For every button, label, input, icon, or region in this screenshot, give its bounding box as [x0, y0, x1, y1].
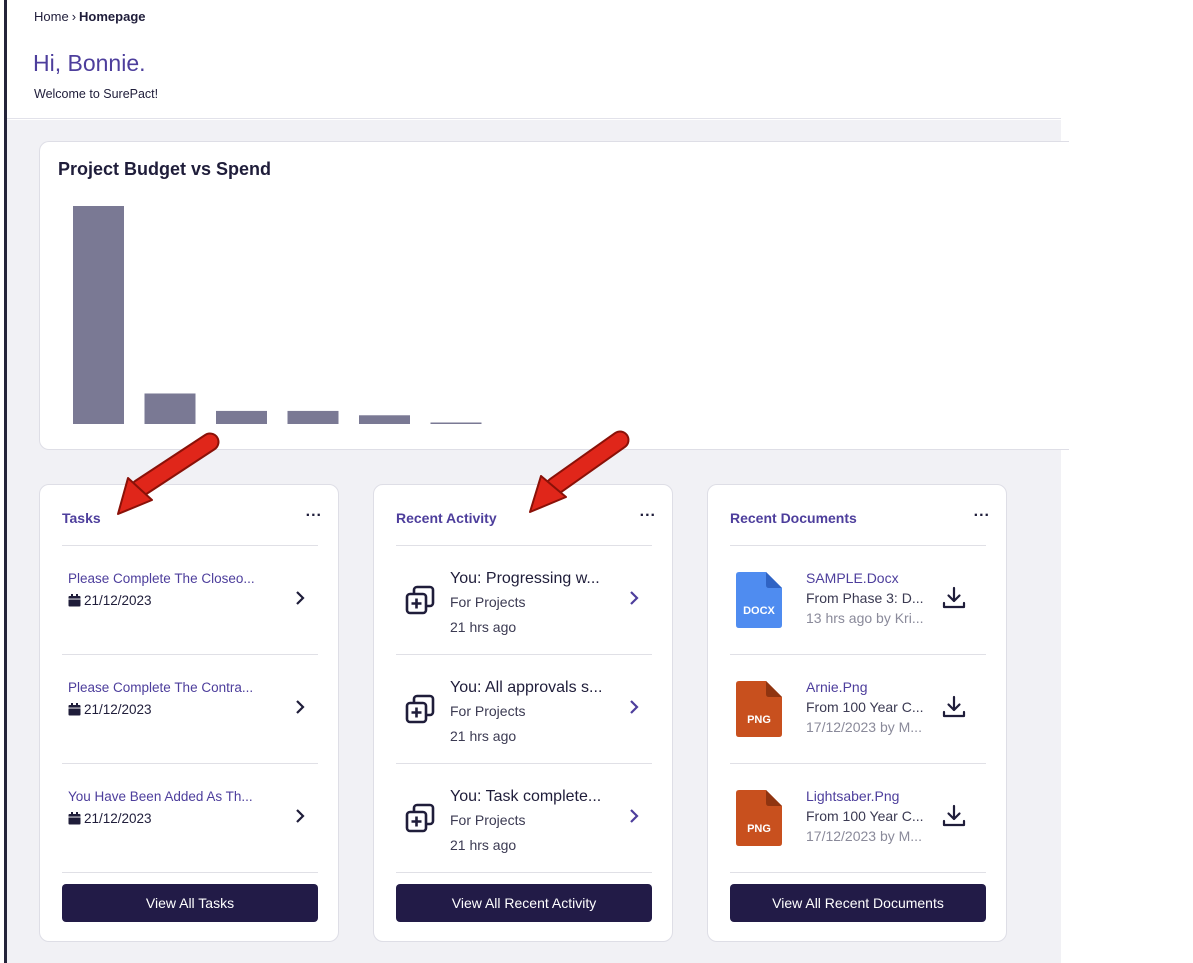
welcome-message: Welcome to SurePact!: [34, 87, 159, 101]
divider: [396, 872, 652, 873]
document-source: From Phase 3: D...: [806, 590, 924, 606]
document-source: From 100 Year C...: [806, 699, 924, 715]
png-file-icon: PNG: [736, 790, 782, 846]
task-due-date: 21/12/2023: [68, 593, 152, 608]
task-title: Please Complete The Closeo...: [68, 571, 255, 586]
recent-documents-card: Recent Documents ... DOCX SAMPLE.Docx Fr…: [707, 484, 1007, 942]
png-file-icon: PNG: [736, 681, 782, 737]
tasks-more-menu[interactable]: ...: [306, 503, 322, 521]
activity-more-menu[interactable]: ...: [640, 503, 656, 521]
activity-item[interactable]: You: All approvals s... For Projects 21 …: [396, 655, 652, 763]
dashboard-main: Project Budget vs Spend Tasks ... Please…: [7, 120, 1069, 963]
docx-file-icon: DOCX: [736, 572, 782, 628]
chart-bar[interactable]: [144, 393, 196, 424]
chevron-right-icon: [630, 809, 639, 823]
view-all-activity-button[interactable]: View All Recent Activity: [396, 884, 652, 922]
chevron-right-icon: [630, 591, 639, 605]
budget-chart-card: Project Budget vs Spend: [39, 141, 1069, 450]
task-date-text: 21/12/2023: [84, 811, 152, 826]
documents-card-title: Recent Documents: [730, 510, 857, 526]
chart-bar[interactable]: [73, 206, 124, 424]
divider: [62, 872, 318, 873]
file-type-label: PNG: [747, 823, 771, 835]
activity-item[interactable]: You: Task complete... For Projects 21 hr…: [396, 764, 652, 872]
activity-title: You: Progressing w...: [450, 570, 600, 587]
view-all-tasks-button[interactable]: View All Tasks: [62, 884, 318, 922]
document-source: From 100 Year C...: [806, 808, 924, 824]
document-time: 17/12/2023 by M...: [806, 719, 922, 735]
activity-item[interactable]: You: Progressing w... For Projects 21 hr…: [396, 546, 652, 654]
task-title: Please Complete The Contra...: [68, 680, 254, 695]
activity-time: 21 hrs ago: [450, 837, 517, 853]
file-type-label: PNG: [747, 714, 771, 726]
document-name: Lightsaber.Png: [806, 788, 900, 804]
document-time: 13 hrs ago by Kri...: [806, 610, 924, 626]
chart-bar[interactable]: [216, 410, 267, 424]
activity-time: 21 hrs ago: [450, 619, 517, 635]
document-name: Arnie.Png: [806, 679, 868, 695]
document-item[interactable]: PNG Arnie.Png From 100 Year C... 17/12/2…: [730, 655, 986, 763]
task-item[interactable]: You Have Been Added As Th... 21/12/2023: [62, 764, 318, 872]
breadcrumb: Home › Homepage: [34, 9, 146, 24]
activity-time: 21 hrs ago: [450, 728, 517, 744]
calendar-icon: [68, 703, 81, 716]
chevron-right-icon: [296, 809, 305, 823]
document-name: SAMPLE.Docx: [806, 570, 899, 586]
file-type-label: DOCX: [743, 605, 775, 617]
breadcrumb-separator: ›: [71, 9, 77, 24]
budget-bar-chart: [73, 206, 482, 425]
activity-context: For Projects: [450, 703, 526, 719]
documents-more-menu[interactable]: ...: [974, 503, 990, 521]
add-copy-icon: [405, 585, 435, 615]
add-copy-icon: [405, 803, 435, 833]
document-item[interactable]: PNG Lightsaber.Png From 100 Year C... 17…: [730, 764, 986, 872]
recent-activity-card: Recent Activity ... You: Progressing w..…: [373, 484, 673, 942]
download-icon[interactable]: [942, 804, 966, 828]
chart-bar[interactable]: [359, 415, 410, 424]
calendar-icon: [68, 594, 81, 607]
task-due-date: 21/12/2023: [68, 811, 152, 826]
activity-title: You: All approvals s...: [450, 679, 603, 696]
chevron-right-icon: [296, 591, 305, 605]
breadcrumb-current: Homepage: [79, 9, 146, 24]
task-title: You Have Been Added As Th...: [68, 789, 253, 804]
task-due-date: 21/12/2023: [68, 702, 152, 717]
divider: [730, 872, 986, 873]
task-item[interactable]: Please Complete The Contra... 21/12/2023: [62, 655, 318, 763]
tasks-card: Tasks ... Please Complete The Closeo... …: [39, 484, 339, 942]
view-all-documents-button[interactable]: View All Recent Documents: [730, 884, 986, 922]
task-date-text: 21/12/2023: [84, 702, 152, 717]
chart-bar[interactable]: [287, 410, 339, 424]
document-item[interactable]: DOCX SAMPLE.Docx From Phase 3: D... 13 h…: [730, 546, 986, 654]
activity-title: You: Task complete...: [450, 788, 602, 805]
activity-context: For Projects: [450, 812, 526, 828]
task-date-text: 21/12/2023: [84, 593, 152, 608]
page-title: Hi, Bonnie.: [33, 50, 146, 76]
download-icon[interactable]: [942, 695, 966, 719]
document-time: 17/12/2023 by M...: [806, 828, 922, 844]
chevron-right-icon: [296, 700, 305, 714]
tasks-card-title: Tasks: [62, 510, 101, 526]
breadcrumb-home[interactable]: Home: [34, 9, 69, 24]
chart-title: Project Budget vs Spend: [58, 159, 272, 179]
download-icon[interactable]: [942, 586, 966, 610]
page-header: Home › Homepage Hi, Bonnie. Welcome to Sur…: [7, 0, 1061, 119]
chevron-right-icon: [630, 700, 639, 714]
activity-card-title: Recent Activity: [396, 510, 497, 526]
activity-context: For Projects: [450, 594, 526, 610]
calendar-icon: [68, 812, 81, 825]
add-copy-icon: [405, 694, 435, 724]
chart-bar[interactable]: [430, 422, 482, 425]
task-item[interactable]: Please Complete The Closeo... 21/12/2023: [62, 546, 318, 654]
